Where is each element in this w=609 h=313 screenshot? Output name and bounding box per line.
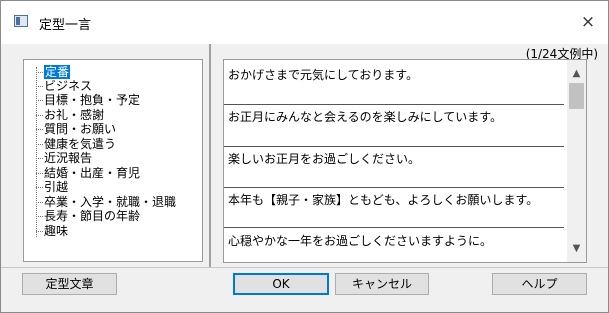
list-item[interactable]: お正月にみんなと会えるのを楽しみにしています。 [228, 108, 502, 125]
tree-item-graduation[interactable]: 卒業・入学・就職・退職 [44, 195, 176, 209]
tree-tick [36, 72, 43, 73]
tree-item-moving[interactable]: 引越 [44, 180, 68, 194]
tree-item-news[interactable]: 近況報告 [44, 151, 92, 165]
tree-item-marriage[interactable]: 結婚・出産・育児 [44, 166, 140, 180]
tree-tick [36, 86, 43, 87]
tree-tick [36, 173, 43, 174]
tree-tick [36, 202, 43, 203]
tree-tick [36, 100, 43, 101]
tree-tick [36, 231, 43, 232]
tree-tick [36, 115, 43, 116]
ok-button[interactable]: OK [233, 273, 329, 295]
chevron-down-icon[interactable]: ▼ [571, 243, 582, 254]
help-button[interactable]: ヘルプ [492, 273, 587, 295]
close-icon[interactable]: × [574, 9, 602, 35]
divider [1, 267, 608, 268]
phrase-list[interactable]: おかげさまで元気にしております。 お正月にみんなと会えるのを楽しみにしています。… [223, 59, 587, 263]
chevron-up-icon[interactable]: ▲ [571, 68, 582, 79]
cancel-button[interactable]: キャンセル [335, 273, 429, 295]
vertical-scrollbar[interactable]: ▲ ▼ [567, 60, 586, 262]
category-tree[interactable]: 定番 ビジネス 目標・抱負・予定 お礼・感謝 質問・お願い 健康を気遣う 近況報… [23, 59, 203, 262]
app-icon [14, 15, 28, 27]
list-separator [224, 227, 564, 228]
tree-item-goals[interactable]: 目標・抱負・予定 [44, 93, 140, 107]
template-text-button[interactable]: 定型文章 [22, 273, 117, 295]
list-item[interactable]: おかげさまで元気にしております。 [228, 66, 418, 83]
dialog-window: 定型一言 × (1/24文例中) 定番 ビジネス 目標・抱負・予定 お礼・感謝 … [0, 0, 609, 313]
list-item[interactable]: 本年も【親子・家族】ともども、よろしくお願いします。 [228, 191, 538, 208]
window-title: 定型一言 [39, 18, 92, 33]
list-separator [224, 187, 564, 188]
tree-tick [36, 216, 43, 217]
list-item[interactable]: 心穏やかな一年をお過ごしくださいますように。 [228, 232, 492, 249]
tree-item-thanks[interactable]: お礼・感謝 [44, 108, 104, 122]
tree-tick [36, 158, 43, 159]
scroll-thumb[interactable] [569, 83, 584, 109]
tree-item-questions[interactable]: 質問・お願い [44, 122, 116, 136]
tree-item-hobby[interactable]: 趣味 [44, 224, 68, 238]
tree-item-teiban[interactable]: 定番 [44, 65, 71, 79]
title-bar: 定型一言 × [1, 1, 608, 44]
tree-item-longevity[interactable]: 長寿・節目の年齢 [44, 209, 140, 223]
list-separator [224, 146, 564, 147]
list-item[interactable]: 楽しいお正月をお過ごしください。 [228, 150, 420, 167]
tree-tick [36, 144, 43, 145]
tree-tick [36, 129, 43, 130]
pane-splitter[interactable] [209, 44, 211, 268]
tree-tick [36, 187, 43, 188]
tree-connector [36, 67, 38, 237]
list-separator [224, 104, 564, 105]
tree-item-business[interactable]: ビジネス [44, 79, 92, 93]
tree-item-health[interactable]: 健康を気遣う [44, 137, 116, 151]
